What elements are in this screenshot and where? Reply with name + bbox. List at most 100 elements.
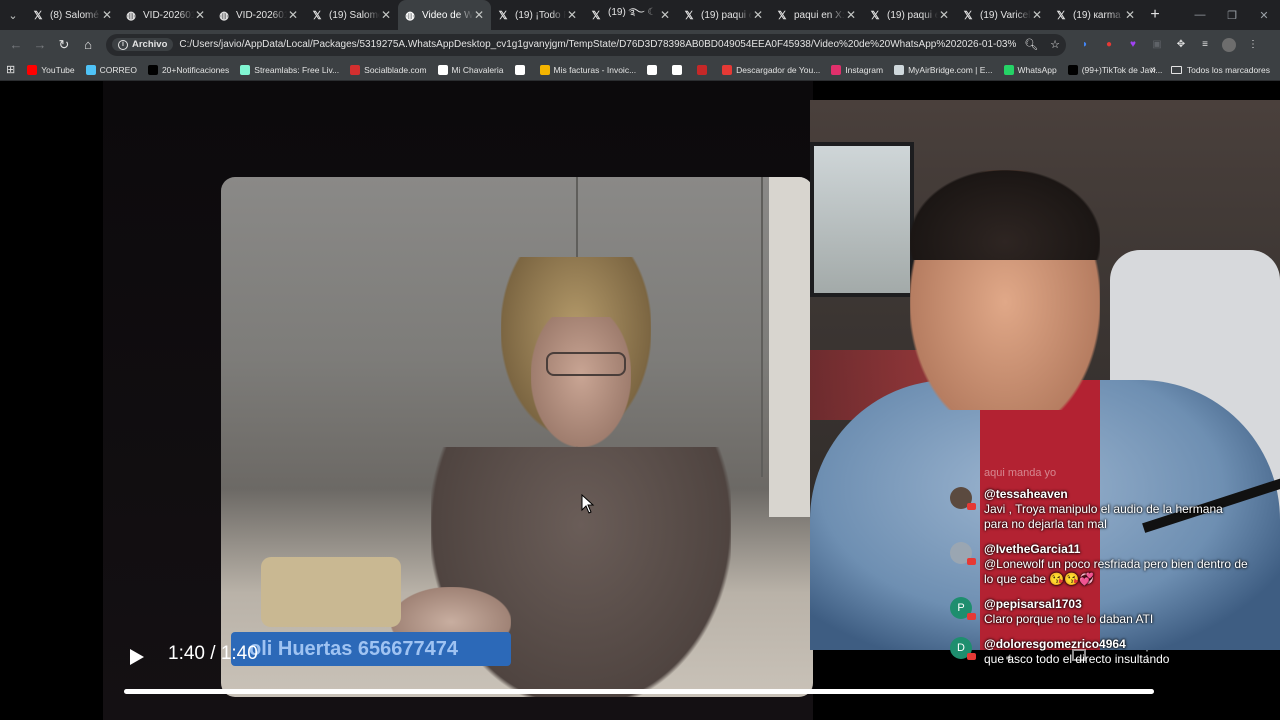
browser-tab[interactable]: 𝕏 (8) Salomé e✕ (26, 0, 119, 30)
tab-bar: ⌄ 𝕏(8) Salomé e✕◍VID-2026010✕◍VID-202601… (0, 0, 1280, 30)
bookmark-item[interactable]: Instagram (831, 64, 883, 75)
bookmark-label: YouTube (41, 64, 75, 75)
tab-close-icon[interactable]: ✕ (1124, 8, 1136, 22)
x-logo-icon: 𝕏 (1056, 9, 1066, 22)
x-logo-icon: 𝕏 (591, 9, 601, 22)
bookmark-item[interactable]: WhatsApp (1003, 64, 1057, 75)
tab-close-icon[interactable]: ✕ (566, 8, 578, 22)
apps-grid-icon[interactable]: ⊞ (6, 63, 15, 76)
x-logo-icon: 𝕏 (498, 9, 508, 22)
bookmark-label: Socialblade.com (364, 64, 427, 75)
bookmark-label: MyAirBridge.com | E... (908, 64, 993, 75)
bookmark-item[interactable] (672, 64, 686, 75)
menu-kebab-icon[interactable]: ⋮ (1246, 38, 1260, 52)
forward-button[interactable]: → (28, 33, 52, 57)
tab-label: (19) ࿐ ☾ Fr (608, 7, 659, 18)
tab-close-icon[interactable]: ✕ (101, 8, 113, 22)
bookmark-item[interactable]: Mis facturas - Invoic... (539, 64, 636, 75)
streamer-hair (910, 170, 1100, 260)
tab-close-icon[interactable]: ✕ (938, 8, 950, 22)
zoom-icon[interactable]: 🔍︎ (1024, 38, 1038, 51)
bookmark-item[interactable]: Socialblade.com (350, 64, 427, 75)
bookmark-item[interactable]: Streamlabs: Free Liv... (240, 64, 339, 75)
tab-close-icon[interactable]: ✕ (473, 8, 485, 22)
tab-label: VID-2026010 (236, 9, 287, 21)
extension-icon[interactable]: ♥ (1126, 38, 1140, 52)
browser-tab[interactable]: 𝕏 (19) ¡Todo R ✕ (491, 0, 584, 30)
chat-faded-message: aqui manda yo (984, 467, 1057, 479)
browser-tab[interactable]: ◍ VID-2026010✕ (212, 0, 305, 30)
new-tab-button[interactable]: + (1142, 6, 1168, 24)
browser-tab[interactable]: 𝕏paqui en X: ✕ (770, 0, 863, 30)
bookmark-item[interactable] (647, 64, 661, 75)
x-logo-icon: 𝕏 (33, 9, 43, 22)
bookmark-item[interactable] (697, 64, 711, 75)
bookmark-favicon-icon (437, 64, 448, 75)
address-bar[interactable]: i Archivo C:/Users/javio/AppData/Local/P… (106, 33, 1066, 56)
browser-tab[interactable]: 𝕏 (19) paqui e ✕ (863, 0, 956, 30)
browser-tab[interactable]: 𝕏 (19) Salomé ✕ (305, 0, 398, 30)
tab-label: (19) кarma .. (1073, 9, 1124, 21)
browser-tab[interactable]: ◍ Video de Wh✕ (398, 0, 491, 30)
bookmark-item[interactable]: YouTube (27, 64, 75, 75)
bookmark-item[interactable]: 20+Notificaciones (147, 64, 229, 75)
bookmark-item[interactable]: Mi Chavaleria (437, 64, 504, 75)
minimize-icon[interactable]: — (1184, 0, 1216, 30)
profile-avatar[interactable] (1222, 37, 1236, 52)
tab-close-icon[interactable]: ✕ (1031, 8, 1043, 22)
tab-close-icon[interactable]: ✕ (380, 8, 392, 22)
fullscreen-icon[interactable] (1072, 649, 1086, 661)
chat-text: @Lonewolf un poco resfriada pero bien de… (984, 557, 1248, 586)
tab-close-icon[interactable]: ✕ (845, 8, 857, 22)
bookmark-item[interactable] (514, 64, 529, 75)
video-viewport[interactable]: oli Huertas 656677474 aqui manda yo @tes… (0, 81, 1280, 720)
play-icon[interactable] (129, 648, 145, 666)
more-options-icon[interactable]: ⋮ (1140, 647, 1154, 664)
bookmark-item[interactable]: CORREO (85, 64, 137, 75)
extensions-area: ◗ ● ♥ ▣ ✥ ≡ ⋮ (1078, 37, 1260, 52)
blind-line (761, 177, 763, 477)
youtube-badge-icon (967, 558, 976, 565)
extension-icon[interactable]: ▣ (1150, 38, 1164, 52)
tab-search-icon[interactable]: ⌄ (0, 0, 26, 30)
all-bookmarks-folder[interactable]: Todos los marcadores (1170, 65, 1270, 75)
bookmark-favicon-icon (894, 64, 905, 75)
browser-tab[interactable]: ◍ VID-2026010✕ (119, 0, 212, 30)
media-controls-icon[interactable]: ≡ (1198, 38, 1212, 52)
x-logo-icon: 𝕏 (684, 9, 694, 22)
browser-tab[interactable]: 𝕏 (19) Varicela ✕ (956, 0, 1049, 30)
site-info-chip[interactable]: i Archivo (112, 38, 174, 51)
volume-icon[interactable]: 🔈︎ (1006, 649, 1014, 666)
bookmark-item[interactable]: Descargador de You... (722, 64, 820, 75)
extension-icon[interactable]: ● (1102, 38, 1116, 52)
browser-tab[interactable]: 𝕏 (19) ࿐ ☾ Fr✕ (584, 0, 677, 30)
back-button[interactable]: ← (4, 33, 28, 57)
tab-label: Video de Wh (422, 9, 473, 21)
bookmark-star-icon[interactable]: ☆ (1050, 38, 1060, 51)
tab-close-icon[interactable]: ✕ (752, 8, 764, 22)
browser-tab[interactable]: 𝕏 (19) кarma .. ✕ (1049, 0, 1142, 30)
more-bookmarks-icon[interactable]: » (1150, 64, 1156, 76)
browser-tab[interactable]: 𝕏 (19) paqui en✕ (677, 0, 770, 30)
mouse-cursor-icon (581, 494, 595, 514)
bookmark-item[interactable]: MyAirBridge.com | E... (894, 64, 993, 75)
tab-label: (19) paqui e (887, 9, 938, 21)
tab-close-icon[interactable]: ✕ (194, 8, 206, 22)
progress-bar[interactable] (124, 689, 1154, 694)
tab-label: VID-2026010 (143, 9, 194, 21)
tab-close-icon[interactable]: ✕ (287, 8, 299, 22)
bookmark-item[interactable]: (99+)TikTok de Javi... (1067, 64, 1162, 75)
tab-label: (19) paqui en (701, 9, 752, 21)
extension-icon[interactable]: ◗ (1078, 38, 1092, 52)
url-text[interactable]: C:/Users/javio/AppData/Local/Packages/53… (179, 39, 1016, 50)
chat-username: @tessaheaven (984, 487, 1068, 501)
reload-button[interactable]: ↻ (52, 33, 76, 57)
restore-icon[interactable]: ❐ (1216, 0, 1248, 30)
chat-message: @IvetheGarcia11 @Lonewolf un poco resfria… (950, 542, 1250, 587)
bookmark-favicon-icon (1067, 64, 1078, 75)
tab-close-icon[interactable]: ✕ (659, 8, 671, 22)
extensions-puzzle-icon[interactable]: ✥ (1174, 38, 1188, 52)
bookmark-favicon-icon (1003, 64, 1014, 75)
home-button[interactable]: ⌂ (76, 33, 100, 57)
close-window-icon[interactable]: ✕ (1248, 0, 1280, 30)
